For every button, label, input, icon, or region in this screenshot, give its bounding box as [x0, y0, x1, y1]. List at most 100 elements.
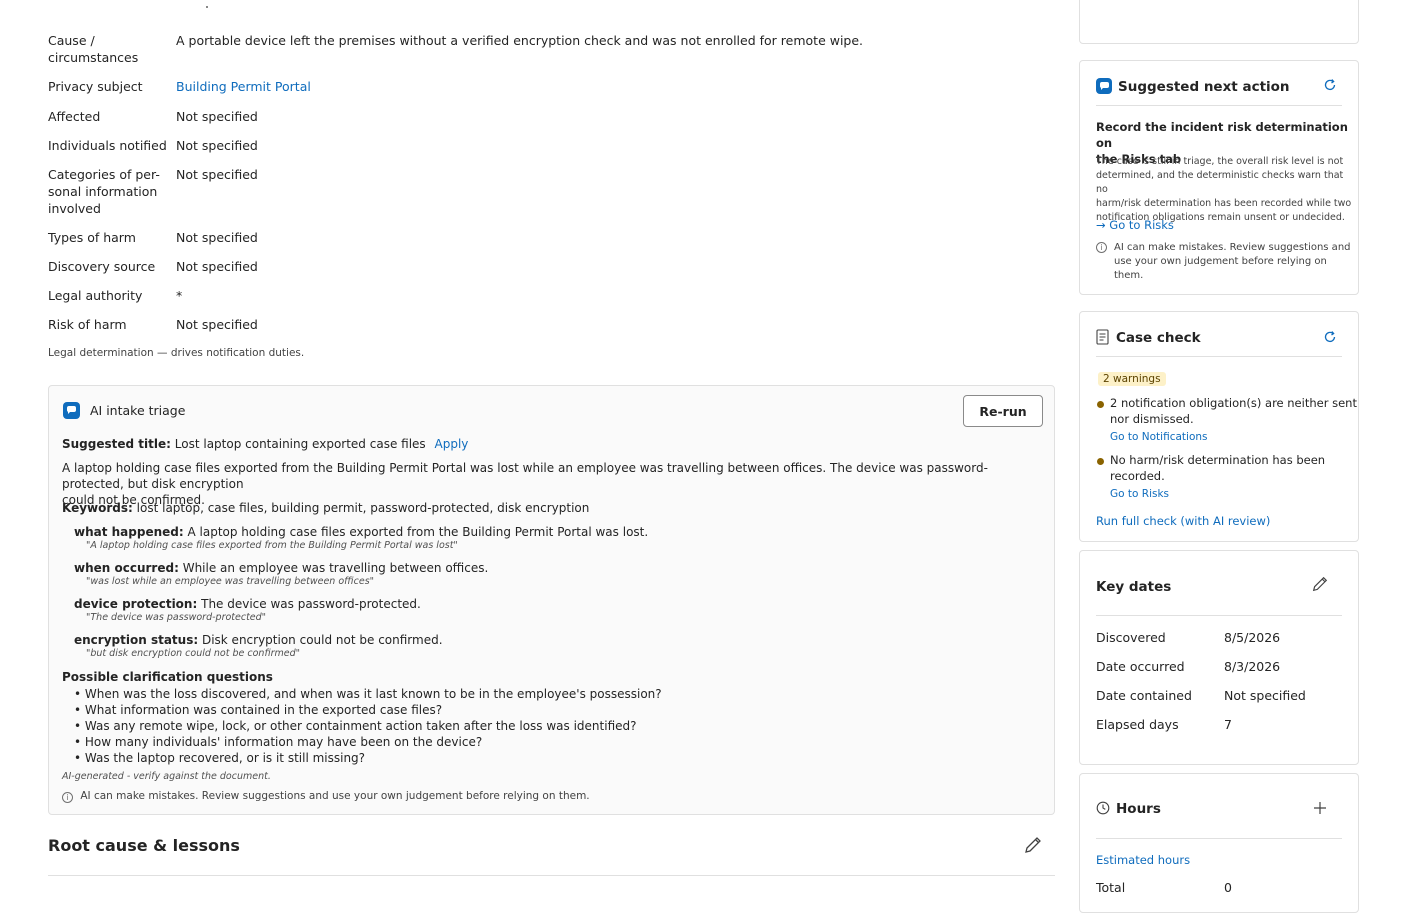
field-label: Types of harm — [48, 230, 136, 245]
add-hours-plus-icon[interactable] — [1313, 801, 1327, 815]
previous-card-bottom — [1079, 0, 1359, 44]
key-dates-title: Key dates — [1096, 579, 1172, 595]
apply-title-link[interactable]: Apply — [435, 437, 469, 451]
key-date-label: Date occurred — [1096, 659, 1185, 674]
next-action-disclaimer: i AI can make mistakes. Review suggestio… — [1096, 241, 1351, 283]
fact-encryption-status: encryption status: Disk encryption could… — [74, 633, 443, 659]
field-label: Discovery source — [48, 259, 156, 274]
refresh-icon[interactable] — [1323, 330, 1337, 344]
disclaimer-line: use your own judgement before relying on — [1114, 256, 1327, 267]
field-value: Not specified — [176, 109, 258, 124]
warnings-badge: 2 warnings — [1098, 372, 1166, 386]
fact-text: A laptop holding case files exported fro… — [187, 525, 649, 539]
fact-key: device protection: — [74, 597, 198, 611]
field-label: Privacy subject — [48, 79, 143, 94]
field-label: Risk of harm — [48, 317, 127, 332]
checklist-icon — [1096, 329, 1109, 345]
warning-line: nor dismissed. — [1110, 412, 1194, 426]
field-value: A portable device left the premises with… — [176, 33, 864, 48]
fact-device-protection: device protection: The device was passwo… — [74, 597, 421, 623]
next-action-body: The case is still in triage, the overall… — [1096, 155, 1358, 225]
field-value: Not specified — [176, 167, 258, 182]
fact-when-occurred: when occurred: While an employee was tra… — [74, 561, 488, 587]
warning-dot-icon — [1097, 458, 1104, 465]
hours-total-label: Total — [1096, 880, 1126, 895]
rerun-button[interactable]: Re-run — [963, 395, 1043, 427]
label-line: involved — [48, 201, 101, 216]
label-line: sonal information — [48, 184, 158, 199]
warning-dot-icon — [1097, 401, 1104, 408]
warning-line: 2 notification obligation(s) are neither… — [1110, 396, 1357, 410]
link-label: Go to Risks — [1109, 218, 1174, 232]
question-item: • Was any remote wipe, lock, or other co… — [74, 719, 637, 733]
ai-generated-note: AI-generated - verify against the docume… — [62, 771, 271, 782]
key-date-value: 8/3/2026 — [1224, 659, 1281, 674]
edit-key-dates-pencil-icon[interactable] — [1311, 575, 1329, 593]
edit-root-cause-pencil-icon[interactable] — [1023, 835, 1043, 855]
ai-intake-triage-card: AI intake triage Re-run Suggested title:… — [48, 385, 1055, 815]
body-line: harm/risk determination has been recorde… — [1096, 198, 1352, 209]
questions-heading: Possible clarification questions — [62, 670, 273, 684]
keywords-line: Keywords: lost laptop, case files, build… — [62, 501, 589, 515]
divider — [48, 875, 1055, 876]
field-label: Legal authority — [48, 288, 143, 303]
ai-chat-icon — [1096, 78, 1112, 94]
question-item: • When was the loss discovered, and when… — [74, 687, 662, 701]
fact-quote: "was lost while an employee was travelli… — [86, 576, 375, 587]
fact-quote: "but disk encryption could not be confir… — [86, 648, 300, 659]
question-item: • What information was contained in the … — [74, 703, 443, 717]
go-to-notifications-link[interactable]: Go to Notifications — [1110, 431, 1208, 443]
info-icon: i — [1096, 242, 1107, 253]
fact-key: encryption status: — [74, 633, 199, 647]
disclaimer-line: them. — [1114, 270, 1144, 281]
hours-total-value: 0 — [1224, 880, 1232, 895]
key-date-label: Elapsed days — [1096, 717, 1179, 732]
questions-list: • When was the loss discovered, and when… — [74, 686, 662, 766]
suggested-title-line: Suggested title: Lost laptop containing … — [62, 437, 468, 451]
divider — [1096, 615, 1342, 616]
summary-line: A laptop holding case files exported fro… — [62, 461, 988, 491]
key-date-value: 7 — [1224, 717, 1232, 732]
suggested-title-value: Lost laptop containing exported case fil… — [174, 437, 426, 451]
key-date-label: Discovered — [1096, 630, 1166, 645]
field-label: Affected — [48, 109, 101, 124]
field-value: Not specified — [176, 317, 258, 332]
risk-of-harm-note: Legal determination — drives notificatio… — [48, 347, 305, 359]
question-item: • How many individuals' information may … — [74, 735, 483, 749]
keywords-value: lost laptop, case files, building permit… — [136, 501, 590, 515]
field-value: * — [176, 288, 183, 303]
field-value: Not specified — [176, 259, 258, 274]
warning-line: recorded. — [1110, 469, 1165, 483]
key-date-value: 8/5/2026 — [1224, 630, 1281, 645]
refresh-icon[interactable] — [1323, 78, 1337, 92]
privacy-subject-link[interactable]: Building Permit Portal — [176, 78, 311, 95]
go-to-risks-link[interactable]: Go to Risks — [1110, 488, 1169, 500]
question-item: • Was the laptop recovered, or is it sti… — [74, 751, 366, 765]
hours-card: Hours Estimated hours Total 0 — [1079, 773, 1359, 913]
go-to-risks-link[interactable]: → Go to Risks — [1096, 218, 1174, 232]
run-full-check-link[interactable]: Run full check (with AI review) — [1096, 514, 1270, 528]
case-check-title: Case check — [1116, 330, 1201, 346]
key-date-label: Date contained — [1096, 688, 1192, 703]
fact-key: what happened: — [74, 525, 184, 539]
ai-triage-title: AI intake triage — [90, 403, 186, 418]
warning-line: No harm/risk determination has been — [1110, 453, 1326, 467]
fact-text: The device was password-protected. — [201, 597, 421, 611]
info-icon: i — [62, 792, 73, 803]
field-value: Not specified — [176, 230, 258, 245]
key-date-value: Not specified — [1224, 688, 1306, 703]
body-line: determined, and the deterministic checks… — [1096, 170, 1344, 195]
suggested-next-action-card: Suggested next action Record the inciden… — [1079, 60, 1359, 295]
field-label: Categories of per- sonal information inv… — [48, 166, 170, 217]
hours-title: Hours — [1116, 801, 1161, 817]
truncated-text-fragment — [206, 6, 208, 8]
label-line: Categories of per- — [48, 167, 160, 182]
disclaimer-line: AI can make mistakes. Review suggestions… — [1114, 242, 1351, 253]
headline-line: Record the incident risk determination o… — [1096, 120, 1348, 150]
fact-key: when occurred: — [74, 561, 179, 575]
suggested-title-label: Suggested title: — [62, 437, 171, 451]
estimated-hours-link[interactable]: Estimated hours — [1096, 853, 1190, 867]
warning-item: No harm/risk determination has been reco… — [1110, 452, 1325, 484]
label-line: Cause / — [48, 33, 95, 48]
fact-quote: "A laptop holding case files exported fr… — [86, 540, 458, 551]
